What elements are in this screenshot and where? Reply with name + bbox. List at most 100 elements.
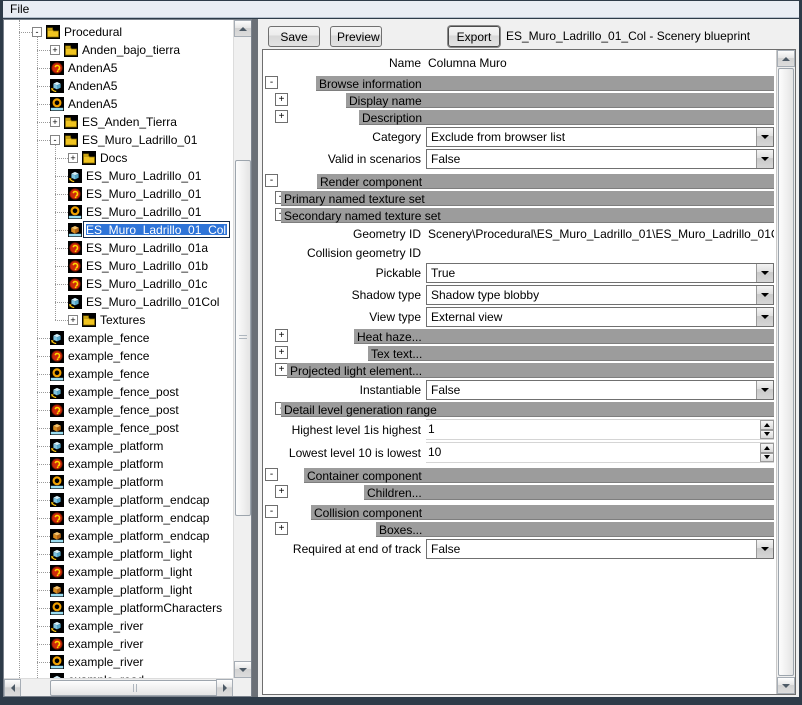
tree-item[interactable]: example_platform: [4, 437, 233, 455]
spin-up-button[interactable]: [760, 420, 774, 430]
tree-vertical-scrollbar[interactable]: [233, 20, 251, 678]
grid-vscroll-thumb[interactable]: [778, 68, 794, 676]
tree-item[interactable]: example_fence: [4, 329, 233, 347]
menu-item-file[interactable]: File: [10, 2, 29, 16]
number-spinner[interactable]: 10: [426, 442, 774, 463]
tree-item[interactable]: example_platform: [4, 455, 233, 473]
tree-item[interactable]: example_platform_light: [4, 545, 233, 563]
tree-item[interactable]: -Procedural: [4, 23, 233, 41]
expand-button[interactable]: +: [275, 485, 288, 498]
dropdown-select[interactable]: External view: [426, 307, 774, 327]
property-section-header[interactable]: +Description: [263, 110, 776, 125]
tree-item[interactable]: example_fence: [4, 365, 233, 383]
tree-item[interactable]: example_fence_post: [4, 401, 233, 419]
tree-item[interactable]: example_fence_post: [4, 383, 233, 401]
spin-down-button[interactable]: [760, 430, 774, 440]
tree-item[interactable]: example_road: [4, 671, 233, 678]
tree-item[interactable]: AndenA5: [4, 95, 233, 113]
section-header-bar[interactable]: Tex text...: [368, 346, 774, 361]
property-section-header[interactable]: + Tex text...: [263, 346, 776, 361]
tree-item[interactable]: ES_Muro_Ladrillo_01: [4, 185, 233, 203]
tree-item[interactable]: example_river: [4, 617, 233, 635]
tree-item[interactable]: example_fence_post: [4, 419, 233, 437]
property-section-header[interactable]: -Collision component: [263, 505, 776, 520]
expand-expander[interactable]: +: [50, 117, 60, 127]
tree-item[interactable]: example_platform: [4, 473, 233, 491]
tree-item[interactable]: example_platform_endcap: [4, 527, 233, 545]
scroll-right-button[interactable]: [216, 679, 233, 697]
section-header-bar[interactable]: Primary named texture set: [281, 191, 774, 206]
export-button[interactable]: Export: [448, 26, 500, 47]
tree-item[interactable]: example_platformCharacters: [4, 599, 233, 617]
dropdown-select[interactable]: False: [426, 149, 774, 169]
tree-item[interactable]: ES_Muro_Ladrillo_01c: [4, 275, 233, 293]
property-section-header[interactable]: + Heat haze...: [263, 329, 776, 344]
section-header-bar[interactable]: Heat haze...: [354, 329, 774, 344]
save-button[interactable]: Save: [268, 26, 320, 47]
section-header-bar[interactable]: Display name: [346, 93, 774, 108]
property-section-header[interactable]: - Container component: [263, 468, 776, 483]
expand-button[interactable]: +: [275, 93, 288, 106]
tree-item[interactable]: ES_Muro_Ladrillo_01a: [4, 239, 233, 257]
tree-horizontal-scrollbar[interactable]: [4, 678, 233, 696]
expand-button[interactable]: +: [275, 346, 288, 359]
tree-item[interactable]: ES_Muro_Ladrillo_01: [4, 203, 233, 221]
expand-button[interactable]: +: [275, 522, 288, 535]
section-header-bar[interactable]: Boxes...: [376, 522, 774, 537]
dropdown-arrow-button[interactable]: [756, 381, 773, 399]
text-field[interactable]: Scenery\Procedural\ES_Muro_Ladrillo_01\E…: [426, 227, 774, 241]
property-section-header[interactable]: + Boxes...: [263, 522, 776, 537]
tree-item[interactable]: example_platform_endcap: [4, 509, 233, 527]
tree-item[interactable]: example_fence: [4, 347, 233, 365]
section-header-bar[interactable]: Detail level generation range: [281, 402, 774, 417]
dropdown-arrow-button[interactable]: [756, 540, 773, 558]
section-header-bar[interactable]: Render component: [317, 174, 774, 189]
section-header-bar[interactable]: Container component: [304, 468, 774, 483]
tree-item[interactable]: -ES_Muro_Ladrillo_01: [4, 131, 233, 149]
scroll-up-button[interactable]: [234, 20, 252, 37]
tree-item[interactable]: ES_Muro_Ladrillo_01_Col: [4, 221, 233, 239]
expand-expander[interactable]: +: [68, 315, 78, 325]
property-section-header[interactable]: +Projected light element...: [263, 363, 776, 378]
tree-item[interactable]: +ES_Anden_Tierra: [4, 113, 233, 131]
collapse-button[interactable]: -: [265, 505, 278, 518]
property-section-header[interactable]: +Primary named texture set: [263, 191, 776, 206]
property-section-header[interactable]: -Render component: [263, 174, 776, 189]
dropdown-arrow-button[interactable]: [756, 150, 773, 168]
dropdown-select[interactable]: Exclude from browser list: [426, 127, 774, 147]
collapse-button[interactable]: -: [265, 468, 278, 481]
tree-item[interactable]: example_river: [4, 635, 233, 653]
property-section-header[interactable]: -Detail level generation range: [263, 402, 776, 417]
tree-item[interactable]: ES_Muro_Ladrillo_01b: [4, 257, 233, 275]
dropdown-arrow-button[interactable]: [756, 286, 773, 304]
section-header-bar[interactable]: Description: [359, 110, 774, 125]
spin-up-button[interactable]: [760, 443, 774, 453]
dropdown-select[interactable]: False: [426, 380, 774, 400]
expand-button[interactable]: +: [275, 329, 288, 342]
tree-vscroll-thumb[interactable]: [235, 160, 251, 516]
dropdown-select[interactable]: Shadow type blobby: [426, 285, 774, 305]
tree-item[interactable]: +Docs: [4, 149, 233, 167]
property-section-header[interactable]: + Display name: [263, 93, 776, 108]
section-header-bar[interactable]: Browse information: [316, 76, 774, 91]
expand-expander[interactable]: +: [50, 45, 60, 55]
dropdown-arrow-button[interactable]: [756, 264, 773, 282]
tree-hscroll-thumb[interactable]: [50, 680, 222, 696]
text-field[interactable]: Columna Muro: [426, 56, 774, 70]
tree-item[interactable]: example_platform_light: [4, 581, 233, 599]
dropdown-select[interactable]: True: [426, 263, 774, 283]
tree-item[interactable]: example_platform_light: [4, 563, 233, 581]
tree-item[interactable]: AndenA5: [4, 77, 233, 95]
tree-item[interactable]: ES_Muro_Ladrillo_01: [4, 167, 233, 185]
section-header-bar[interactable]: Projected light element...: [287, 363, 774, 378]
tree-item[interactable]: example_river: [4, 653, 233, 671]
preview-button[interactable]: Preview: [330, 26, 382, 47]
collapse-expander[interactable]: -: [32, 27, 42, 37]
collapse-expander[interactable]: -: [50, 135, 60, 145]
spin-down-button[interactable]: [760, 453, 774, 463]
section-header-bar[interactable]: Children...: [364, 485, 774, 500]
scroll-down-button[interactable]: [234, 661, 252, 678]
tree-item[interactable]: +Anden_bajo_tierra: [4, 41, 233, 59]
tree-item[interactable]: +Textures: [4, 311, 233, 329]
scroll-up-button[interactable]: [777, 50, 795, 67]
